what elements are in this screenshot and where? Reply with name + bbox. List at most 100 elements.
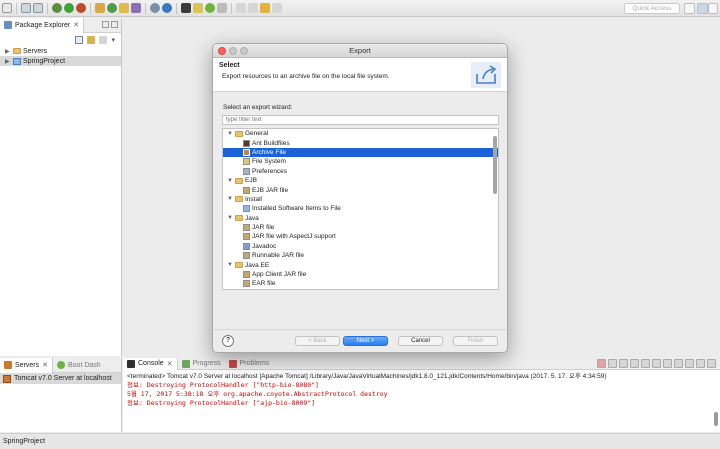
tab-problems[interactable]: Problems <box>225 358 274 370</box>
new-java-class-icon[interactable] <box>107 3 117 13</box>
maximize-icon[interactable] <box>111 21 118 28</box>
chevron-right-icon[interactable]: ▶ <box>5 48 11 55</box>
java-ee-perspective-icon[interactable] <box>697 3 708 14</box>
scroll-lock-icon[interactable] <box>641 359 650 368</box>
tree-item-springproject[interactable]: ▶ SpringProject <box>0 56 121 66</box>
globe-icon[interactable] <box>162 3 172 13</box>
pin-console-icon[interactable] <box>663 359 672 368</box>
chevron-down-icon[interactable]: ▼ <box>227 196 233 202</box>
save-all-icon[interactable] <box>33 3 43 13</box>
new-java-package-icon[interactable] <box>95 3 105 13</box>
tree-item-ejb[interactable]: ▼ EJB <box>223 176 498 185</box>
open-perspective-icon[interactable] <box>684 3 695 14</box>
tree-item-javadoc[interactable]: Javadoc <box>223 242 498 251</box>
progress-icon <box>181 359 190 368</box>
quick-access-input[interactable]: Quick Access <box>624 3 680 14</box>
minimize-icon[interactable] <box>102 21 109 28</box>
tree-item-label: Preferences <box>252 167 288 175</box>
view-menu-icon[interactable]: ▾ <box>111 36 115 44</box>
minimize-icon[interactable] <box>696 359 705 368</box>
tree-item-preferences[interactable]: Preferences <box>223 167 498 176</box>
java-perspective-icon[interactable] <box>708 3 718 14</box>
clear-console-icon[interactable] <box>630 359 639 368</box>
wizard-tree-scrollbar[interactable] <box>493 131 497 288</box>
tree-item-servers[interactable]: ▶ Servers <box>0 46 121 56</box>
tree-item-java-ee[interactable]: ▼ Java EE <box>223 260 498 269</box>
previous-annotation-icon[interactable] <box>248 3 258 13</box>
tree-item-general[interactable]: ▼ General <box>223 129 498 138</box>
save-icon[interactable] <box>21 3 31 13</box>
tree-item-jar-aspectj[interactable]: JAR file with AspectJ support <box>223 232 498 241</box>
chevron-down-icon[interactable]: ▼ <box>227 262 233 268</box>
next-button[interactable]: Next > <box>343 336 388 346</box>
tab-servers[interactable]: Servers ✕ <box>0 357 53 373</box>
debug-icon[interactable] <box>52 3 62 13</box>
tab-boot-dash[interactable]: Boot Dash <box>53 358 105 373</box>
tree-item-ant-buildfiles[interactable]: Ant Buildfiles <box>223 138 498 147</box>
console-scrollbar[interactable] <box>714 386 718 426</box>
tree-item-label: JAR file <box>252 224 275 232</box>
next-annotation-icon[interactable] <box>236 3 246 13</box>
close-icon[interactable]: ✕ <box>73 21 79 29</box>
servers-view: Servers ✕ Boot Dash Tomcat v7.0 Server a… <box>0 357 122 432</box>
tree-item-ear-file[interactable]: EAR file <box>223 279 498 288</box>
tree-item-runnable-jar[interactable]: Runnable JAR file <box>223 251 498 260</box>
toggle-block-icon[interactable] <box>217 3 227 13</box>
console-output[interactable]: <terminated> Tomcat v7.0 Server at local… <box>123 370 720 410</box>
filter-input[interactable] <box>222 115 499 125</box>
open-type-icon[interactable] <box>131 3 141 13</box>
tab-console-label: Console <box>138 360 164 367</box>
terminal-icon[interactable] <box>181 3 191 13</box>
new-icon[interactable] <box>2 3 12 13</box>
maximize-icon[interactable] <box>707 359 716 368</box>
forward-icon[interactable] <box>272 3 282 13</box>
finish-button[interactable]: Finish <box>453 336 498 346</box>
search-icon[interactable] <box>150 3 160 13</box>
console-scrollbar-thumb[interactable] <box>714 412 718 426</box>
back-button[interactable]: < Back <box>295 336 340 346</box>
open-folder-icon[interactable] <box>119 3 129 13</box>
tab-console[interactable]: Console ✕ <box>123 357 178 370</box>
remove-launch-icon[interactable] <box>608 359 617 368</box>
ant-icon <box>243 139 250 147</box>
chevron-down-icon[interactable]: ▼ <box>227 215 233 221</box>
help-button[interactable]: ? <box>222 335 234 347</box>
tree-item-installed-software[interactable]: Installed Software Items to File <box>223 204 498 213</box>
tree-item-install[interactable]: ▼ Install <box>223 195 498 204</box>
word-wrap-icon[interactable] <box>652 359 661 368</box>
tab-progress[interactable]: Progress <box>178 358 225 370</box>
collapse-all-icon[interactable] <box>75 35 84 44</box>
run-icon[interactable] <box>64 3 74 13</box>
link-with-editor-icon[interactable] <box>87 35 96 44</box>
tab-package-explorer[interactable]: Package Explorer ✕ <box>0 17 85 33</box>
close-window-button[interactable] <box>218 47 226 55</box>
main-toolbar: Quick Access <box>0 0 720 17</box>
close-icon[interactable]: ✕ <box>167 360 173 368</box>
open-console-icon[interactable] <box>685 359 694 368</box>
close-icon[interactable]: ✕ <box>42 361 48 369</box>
server-item-tomcat[interactable]: Tomcat v7.0 Server at localhost <box>0 373 121 384</box>
console-line: 정보: Destroying ProtocolHandler ["http-bi… <box>127 381 319 389</box>
wizard-tree-scrollbar-thumb[interactable] <box>493 136 497 194</box>
tree-item-ejb-jar-file[interactable]: EJB JAR file <box>223 185 498 194</box>
external-tools-icon[interactable] <box>76 3 86 13</box>
tree-item-jar-file[interactable]: JAR file <box>223 223 498 232</box>
maximize-window-button[interactable] <box>240 47 248 55</box>
tree-item-label: EJB JAR file <box>252 186 289 194</box>
cancel-button[interactable]: Cancel <box>398 336 443 346</box>
terminate-icon[interactable] <box>597 359 606 368</box>
tree-item-archive-file[interactable]: Archive File <box>223 147 498 158</box>
remove-all-icon[interactable] <box>619 359 628 368</box>
mark-occurrences-icon[interactable] <box>193 3 203 13</box>
tree-item-java[interactable]: ▼ Java <box>223 214 498 223</box>
chevron-right-icon[interactable]: ▶ <box>5 58 11 65</box>
tree-item-file-system[interactable]: File System <box>223 157 498 166</box>
minimize-window-button[interactable] <box>229 47 237 55</box>
display-console-icon[interactable] <box>674 359 683 368</box>
chevron-down-icon[interactable]: ▼ <box>227 178 233 184</box>
spring-icon[interactable] <box>205 3 215 13</box>
chevron-down-icon[interactable]: ▼ <box>227 131 233 137</box>
back-icon[interactable] <box>260 3 270 13</box>
tree-item-app-client-jar[interactable]: App Client JAR file <box>223 270 498 279</box>
focus-icon[interactable] <box>99 35 108 44</box>
